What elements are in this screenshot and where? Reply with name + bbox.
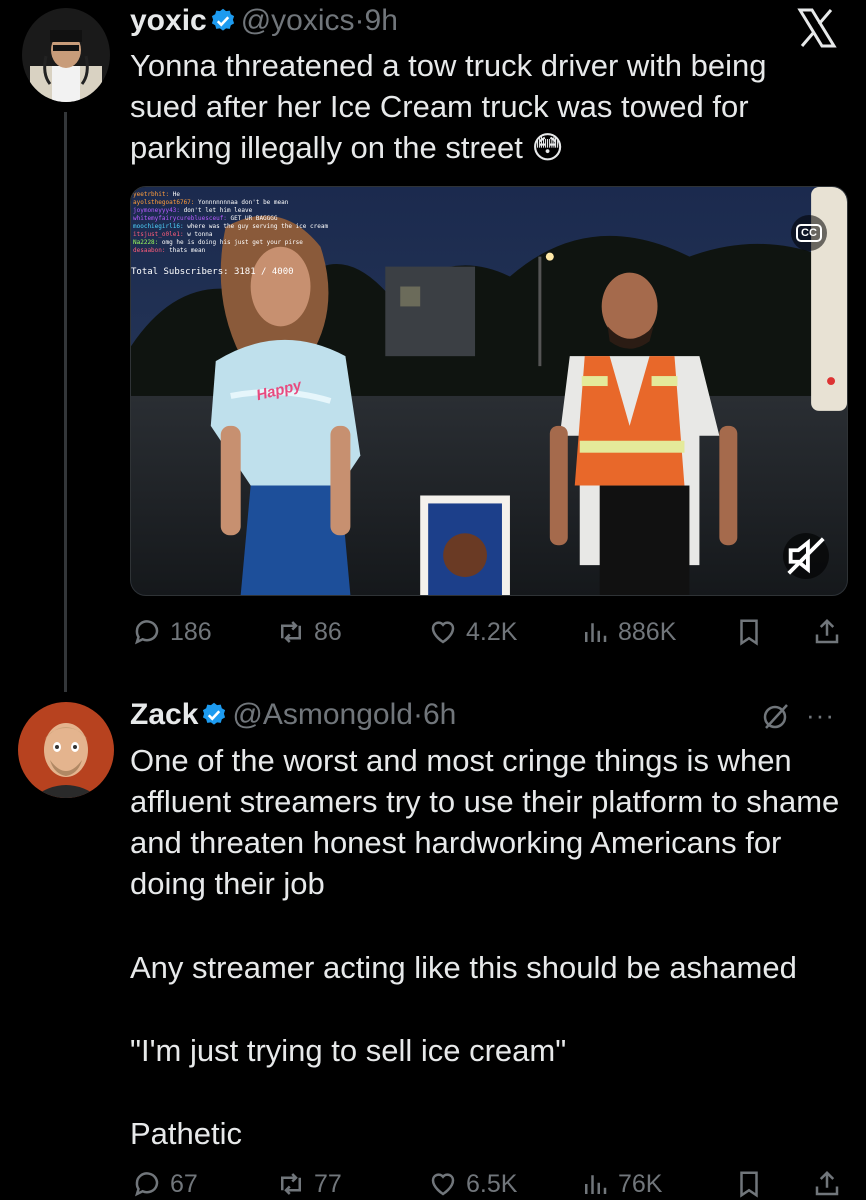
like-button[interactable]: 6.5K xyxy=(428,1164,517,1200)
repost-icon xyxy=(281,1173,301,1195)
reply-actions: 67 77 6.5K 76K xyxy=(130,1164,846,1200)
share-button[interactable] xyxy=(812,1164,842,1200)
analytics-icon xyxy=(585,1175,607,1194)
bookmark-button[interactable] xyxy=(734,612,764,652)
reply-paragraph-1: One of the worst and most cringe things … xyxy=(130,743,840,901)
speaker-muted-icon xyxy=(787,537,825,575)
reply-icon xyxy=(134,1172,159,1197)
like-button[interactable]: 4.2K xyxy=(428,612,517,652)
video-player[interactable]: yeetrbhit: He ayolsthegoat6767: Yonnnnnn… xyxy=(130,186,848,596)
chat-line: ayolsthegoat6767: Yonnnnnnnaa don't be m… xyxy=(133,199,289,206)
views-button[interactable]: 886K xyxy=(580,612,676,652)
tweet-header: yoxic @yoxics·9h xyxy=(130,2,398,40)
like-count: 4.2K xyxy=(466,617,518,646)
share-icon xyxy=(815,1170,839,1196)
chat-line: whitemyfairycurebluesceuf: GET UR BAGGGG xyxy=(133,215,278,222)
verified-badge-icon xyxy=(211,8,234,31)
view-count: 76K xyxy=(618,1169,663,1198)
reply-paragraph-3: "I'm just trying to sell ice cream" xyxy=(130,1033,567,1068)
reply-header: Zack @Asmongold·6h xyxy=(130,696,456,734)
bookmark-icon xyxy=(740,1171,758,1198)
reply-timestamp[interactable]: 6h xyxy=(423,698,456,731)
repost-count: 77 xyxy=(314,1169,342,1198)
tweet-text: Yonna threatened a tow truck driver with… xyxy=(130,45,840,168)
chat-line: yeetrbhit: He xyxy=(133,191,180,198)
share-icon xyxy=(815,618,839,644)
chat-line: joymoneyyy43: don't let him leave xyxy=(133,207,253,214)
analytics-icon xyxy=(585,623,607,642)
reply-author-handle[interactable]: @Asmongold xyxy=(232,698,413,731)
reply-author-name[interactable]: Zack xyxy=(130,698,198,731)
like-count: 6.5K xyxy=(466,1169,518,1198)
tweet-actions: 186 86 4.2K 886K xyxy=(130,612,846,652)
x-logo-icon[interactable] xyxy=(794,6,838,50)
author-name[interactable]: yoxic xyxy=(130,4,207,37)
reply-author-avatar[interactable] xyxy=(18,702,114,798)
author-handle[interactable]: @yoxics xyxy=(241,4,355,37)
repost-icon xyxy=(281,621,301,643)
separator: · xyxy=(412,698,423,731)
chat-line: moochiegirl16: where was the guy serving… xyxy=(133,223,329,230)
bookmark-button[interactable] xyxy=(734,1164,764,1200)
thread-line xyxy=(64,112,67,692)
stream-chat-overlay: yeetrbhit: He ayolsthegoat6767: Yonnnnnn… xyxy=(133,191,328,255)
share-button[interactable] xyxy=(812,612,842,652)
reply-button[interactable]: 67 xyxy=(132,1164,198,1200)
subscriber-count: Total Subscribers: 3181 / 4000 xyxy=(131,267,294,277)
heart-icon xyxy=(431,1173,455,1196)
chat-line: desaabon: thats mean xyxy=(133,247,206,254)
reply-paragraph-4: Pathetic xyxy=(130,1116,243,1151)
verified-badge-icon xyxy=(203,702,226,725)
reply-count: 186 xyxy=(170,617,212,646)
more-options-icon[interactable]: ··· xyxy=(806,700,835,731)
heart-icon xyxy=(431,621,455,644)
flushed-face-emoji: 😳 xyxy=(531,130,564,165)
reply-count: 67 xyxy=(170,1169,198,1198)
chat-line: Na2228: omg he is doing his just get you… xyxy=(133,239,303,246)
separator: · xyxy=(354,4,365,37)
mute-button[interactable] xyxy=(783,533,829,579)
repost-button[interactable]: 77 xyxy=(276,1164,342,1200)
timestamp[interactable]: 9h xyxy=(365,4,398,37)
reply-paragraph-2: Any streamer acting like this should be … xyxy=(130,950,797,985)
views-button[interactable]: 76K xyxy=(580,1164,662,1200)
tweet-body: Yonna threatened a tow truck driver with… xyxy=(130,48,767,165)
bookmark-icon xyxy=(740,619,758,646)
repost-button[interactable]: 86 xyxy=(276,612,342,652)
repost-count: 86 xyxy=(314,617,342,646)
reply-icon xyxy=(134,620,159,645)
view-count: 886K xyxy=(618,617,677,646)
author-avatar[interactable] xyxy=(22,8,110,102)
reply-button[interactable]: 186 xyxy=(132,612,212,652)
captions-button[interactable]: CC xyxy=(791,215,827,251)
chat-line: itsjust_o0le1: w tonna xyxy=(133,231,213,238)
grok-icon[interactable] xyxy=(760,700,792,732)
